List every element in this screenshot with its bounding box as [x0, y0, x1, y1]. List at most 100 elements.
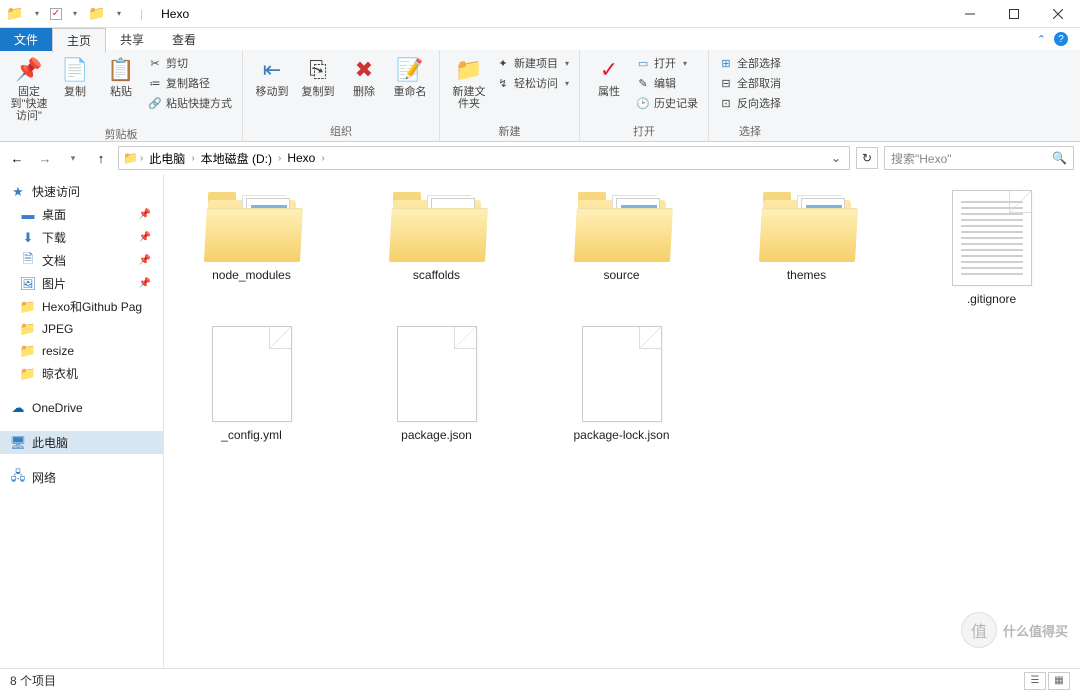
recent-dropdown[interactable]: ▾	[62, 147, 84, 169]
chevron-right-icon[interactable]: ›	[278, 153, 281, 164]
chevron-right-icon[interactable]: ›	[191, 153, 194, 164]
paste-button[interactable]: 📋 粘贴	[100, 54, 142, 100]
folder-icon: 📁	[88, 5, 106, 23]
back-button[interactable]: ←	[6, 147, 28, 169]
ribbon-group-organize: ⇤移动到 ⎘复制到 ✖删除 📝重命名 组织	[243, 50, 440, 141]
paste-shortcut-button[interactable]: 🔗粘贴快捷方式	[146, 94, 234, 112]
address-bar[interactable]: 📁 › 此电脑 › 本地磁盘 (D:) › Hexo › ⌄	[118, 146, 850, 170]
sidebar-item-hexo-github[interactable]: 📁Hexo和Github Pag	[0, 295, 163, 318]
sidebar-item-onedrive[interactable]: ☁OneDrive	[0, 397, 163, 419]
select-none-button[interactable]: ⊟全部取消	[717, 74, 783, 92]
folder-icon: 📁	[20, 321, 36, 337]
sidebar-item-quick-access[interactable]: ★快速访问	[0, 180, 163, 203]
breadcrumb-pc[interactable]: 此电脑	[145, 150, 189, 167]
copy-button[interactable]: 📄 复制	[54, 54, 96, 100]
sidebar-item-dryer[interactable]: 📁晾衣机	[0, 362, 163, 385]
desktop-icon: ▬	[20, 207, 36, 223]
easy-access-button[interactable]: ↯轻松访问▾	[494, 74, 571, 92]
cut-icon: ✂	[148, 56, 162, 70]
folder-source[interactable]: source	[544, 190, 699, 306]
chevron-right-icon[interactable]: ›	[321, 153, 324, 164]
checkbox-icon[interactable]: ✓	[50, 8, 62, 20]
folder-icon: 📁	[123, 151, 138, 165]
open-button[interactable]: ▭打开▾	[634, 54, 700, 72]
rename-button[interactable]: 📝重命名	[389, 54, 431, 100]
details-view-button[interactable]: ☰	[1024, 672, 1046, 690]
search-icon[interactable]: 🔍	[1052, 151, 1067, 165]
file-icon	[212, 326, 292, 422]
breadcrumb-drive[interactable]: 本地磁盘 (D:)	[197, 150, 276, 167]
window-title: Hexo	[149, 7, 189, 21]
sidebar-item-network[interactable]: 🖧网络	[0, 466, 163, 489]
file-package-lock-json[interactable]: package-lock.json	[544, 326, 699, 442]
ribbon: 📌 固定到"快速访问" 📄 复制 📋 粘贴 ✂剪切 ≔复制路径 🔗粘贴快捷方式 …	[0, 50, 1080, 142]
open-icon: ▭	[636, 56, 650, 70]
copy-path-button[interactable]: ≔复制路径	[146, 74, 234, 92]
properties-icon: ✓	[595, 56, 623, 84]
icons-view-button[interactable]: ▦	[1048, 672, 1070, 690]
chevron-right-icon[interactable]: ›	[140, 153, 143, 164]
close-button[interactable]	[1036, 0, 1080, 28]
sidebar-item-resize[interactable]: 📁resize	[0, 340, 163, 362]
invert-selection-button[interactable]: ⊡反向选择	[717, 94, 783, 112]
tab-home[interactable]: 主页	[52, 28, 106, 53]
delete-button[interactable]: ✖删除	[343, 54, 385, 100]
sidebar-item-desktop[interactable]: ▬桌面📌	[0, 203, 163, 226]
ribbon-group-new: 📁新建文件夹 ✦新建项目▾ ↯轻松访问▾ 新建	[440, 50, 580, 141]
select-all-button[interactable]: ⊞全部选择	[717, 54, 783, 72]
history-button[interactable]: 🕑历史记录	[634, 94, 700, 112]
tab-file[interactable]: 文件	[0, 28, 52, 51]
sidebar-item-downloads[interactable]: ⬇下载📌	[0, 226, 163, 249]
qat-dropdown-icon[interactable]: ▾	[66, 5, 84, 23]
new-item-button[interactable]: ✦新建项目▾	[494, 54, 571, 72]
window-buttons	[948, 0, 1080, 28]
folder-icon	[204, 190, 300, 262]
pin-icon: 📌	[139, 255, 159, 266]
pin-quick-access-button[interactable]: 📌 固定到"快速访问"	[8, 54, 50, 124]
group-label: 打开	[588, 121, 700, 139]
new-folder-icon: 📁	[455, 56, 483, 84]
tab-view[interactable]: 查看	[158, 28, 210, 51]
minimize-button[interactable]	[948, 0, 992, 28]
folder-scaffolds[interactable]: scaffolds	[359, 190, 514, 306]
copy-to-icon: ⎘	[304, 56, 332, 84]
move-to-button[interactable]: ⇤移动到	[251, 54, 293, 100]
tab-share[interactable]: 共享	[106, 28, 158, 51]
group-label: 新建	[448, 121, 571, 139]
up-button[interactable]: ↑	[90, 147, 112, 169]
breadcrumb-folder[interactable]: Hexo	[283, 151, 319, 165]
invert-icon: ⊡	[719, 96, 733, 110]
properties-button[interactable]: ✓属性	[588, 54, 630, 100]
collapse-ribbon-icon[interactable]: ⌃	[1037, 33, 1046, 46]
file-gitignore[interactable]: .gitignore	[914, 190, 1069, 306]
sidebar-item-this-pc[interactable]: 🖥此电脑	[0, 431, 163, 454]
address-dropdown[interactable]: ⌄	[827, 151, 845, 165]
search-box[interactable]: 搜索"Hexo" 🔍	[884, 146, 1074, 170]
cut-button[interactable]: ✂剪切	[146, 54, 234, 72]
folder-icon: 📁	[6, 5, 24, 23]
refresh-button[interactable]: ↻	[856, 147, 878, 169]
select-none-icon: ⊟	[719, 76, 733, 90]
qat-overflow-icon[interactable]: ▾	[110, 5, 128, 23]
help-icon[interactable]: ?	[1054, 32, 1068, 46]
file-icon	[397, 326, 477, 422]
sidebar-item-pictures[interactable]: 🖼图片📌	[0, 272, 163, 295]
sidebar-item-documents[interactable]: 🗎文档📌	[0, 249, 163, 272]
file-config-yml[interactable]: _config.yml	[174, 326, 329, 442]
sidebar-item-jpeg[interactable]: 📁JPEG	[0, 318, 163, 340]
forward-button[interactable]: →	[34, 147, 56, 169]
folder-node-modules[interactable]: node_modules	[174, 190, 329, 306]
delete-icon: ✖	[350, 56, 378, 84]
qat-dropdown-icon[interactable]: ▾	[28, 5, 46, 23]
file-package-json[interactable]: package.json	[359, 326, 514, 442]
file-icon	[952, 190, 1032, 286]
edit-button[interactable]: ✎编辑	[634, 74, 700, 92]
copy-to-button[interactable]: ⎘复制到	[297, 54, 339, 100]
folder-themes[interactable]: themes	[729, 190, 884, 306]
pin-icon: 📌	[15, 56, 43, 84]
copy-icon: 📄	[61, 56, 89, 84]
maximize-button[interactable]	[992, 0, 1036, 28]
new-folder-button[interactable]: 📁新建文件夹	[448, 54, 490, 112]
status-bar: 8 个项目 ☰ ▦	[0, 668, 1080, 692]
file-list[interactable]: node_modules scaffolds source themes .gi…	[164, 174, 1080, 668]
